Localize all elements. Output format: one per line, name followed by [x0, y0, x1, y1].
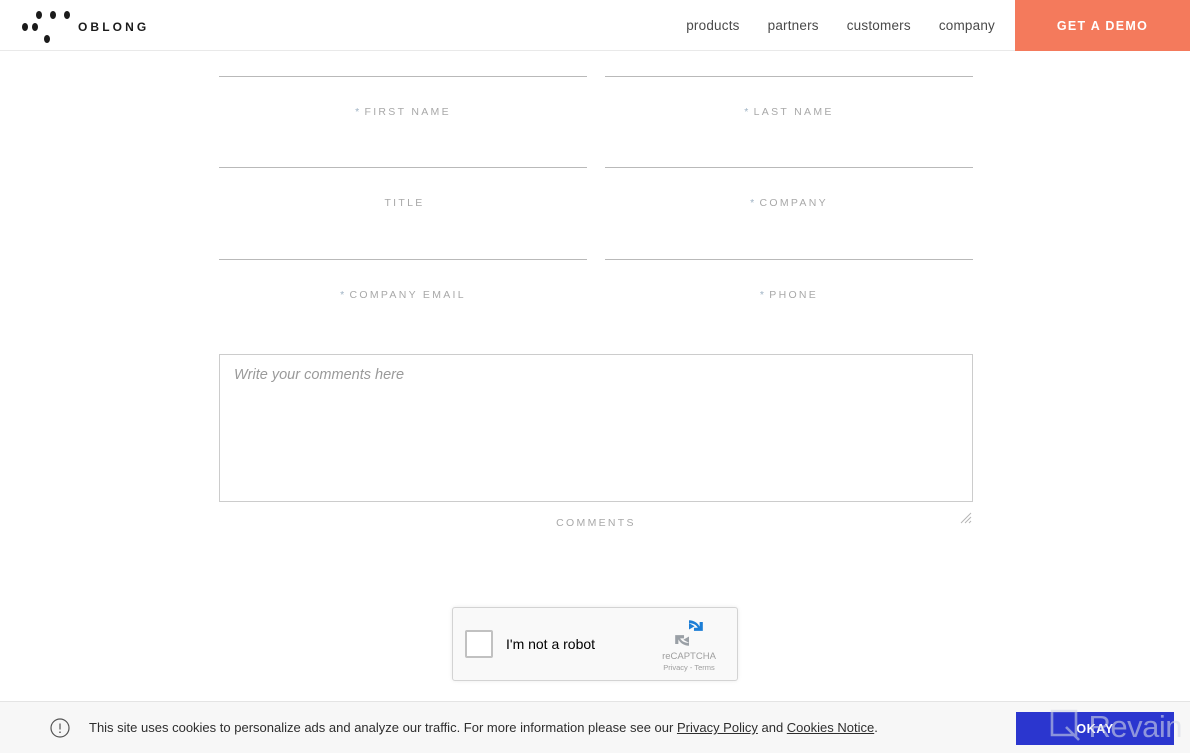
recaptcha-checkbox[interactable] — [465, 630, 493, 658]
field-first-name: * FIRST NAME — [219, 76, 587, 118]
field-title: TITLE — [219, 167, 587, 209]
nav-item-partners[interactable]: partners — [768, 18, 819, 33]
required-marker: * — [750, 197, 757, 209]
field-company-email: * COMPANY EMAIL — [219, 259, 587, 301]
label-text: PHONE — [769, 289, 819, 301]
required-marker: * — [759, 289, 767, 301]
label-text: TITLE — [384, 197, 425, 209]
field-company: * COMPANY — [605, 167, 973, 209]
nav-item-company[interactable]: company — [939, 18, 995, 33]
company-input[interactable] — [605, 168, 973, 194]
recaptcha-brand-name: reCAPTCHA — [662, 651, 716, 662]
recaptcha-links[interactable]: Privacy - Terms — [651, 663, 727, 672]
cookie-text-part2: and — [757, 720, 787, 735]
last-name-input[interactable] — [605, 77, 973, 103]
company-email-input[interactable] — [219, 260, 587, 286]
company-email-label: * COMPANY EMAIL — [219, 289, 587, 301]
title-input[interactable] — [219, 168, 587, 194]
company-label: * COMPANY — [605, 197, 973, 209]
label-text: FIRST NAME — [364, 106, 451, 118]
comments-field: COMMENTS — [219, 354, 973, 529]
privacy-policy-link[interactable]: Privacy Policy — [677, 720, 758, 735]
recaptcha-widget[interactable]: I'm not a robot reCAPTCHA Privacy - Term… — [452, 607, 738, 681]
first-name-input[interactable] — [219, 77, 587, 103]
comments-label: COMMENTS — [556, 517, 636, 529]
field-last-name: * LAST NAME — [605, 76, 973, 118]
cookie-text-part1: This site uses cookies to personalize ad… — [89, 720, 677, 735]
logo-text: OBLONG — [78, 20, 150, 34]
site-header: OBLONG products partners customers compa… — [0, 0, 1190, 51]
first-name-label: * FIRST NAME — [219, 106, 587, 118]
cookie-consent-banner: This site uses cookies to personalize ad… — [0, 701, 1190, 753]
oblong-logo[interactable]: OBLONG — [22, 6, 149, 46]
label-text: LAST NAME — [753, 106, 834, 118]
cookies-notice-link[interactable]: Cookies Notice — [787, 720, 874, 735]
label-text: COMPANY EMAIL — [349, 289, 466, 301]
recaptcha-logo-icon — [675, 620, 703, 646]
contact-form: * FIRST NAME * LAST NAME TITLE * COMPANY * C… — [0, 51, 1190, 737]
nav-item-products[interactable]: products — [686, 18, 739, 33]
get-a-demo-button[interactable]: GET A DEMO — [1015, 0, 1190, 51]
exclamation-circle-icon — [50, 717, 70, 738]
label-text: COMPANY — [759, 197, 828, 209]
phone-label: * PHONE — [605, 289, 973, 301]
last-name-label: * LAST NAME — [605, 106, 973, 118]
nav-item-customers[interactable]: customers — [847, 18, 911, 33]
required-marker: * — [355, 106, 362, 118]
cookie-banner-text: This site uses cookies to personalize ad… — [89, 720, 878, 735]
recaptcha-label: I'm not a robot — [506, 636, 596, 652]
title-label: TITLE — [219, 197, 587, 209]
required-marker: * — [340, 289, 347, 301]
field-phone: * PHONE — [605, 259, 973, 301]
oblong-dots-logo — [22, 8, 70, 44]
cookie-okay-button[interactable]: OKAY — [1016, 712, 1174, 745]
phone-input[interactable] — [605, 260, 973, 286]
main-navigation: products partners customers company — [686, 0, 995, 51]
required-marker: * — [744, 106, 751, 118]
comments-textarea[interactable] — [219, 354, 973, 502]
recaptcha-branding: reCAPTCHA Privacy - Terms — [651, 616, 727, 672]
cookie-text-part3: . — [874, 720, 878, 735]
